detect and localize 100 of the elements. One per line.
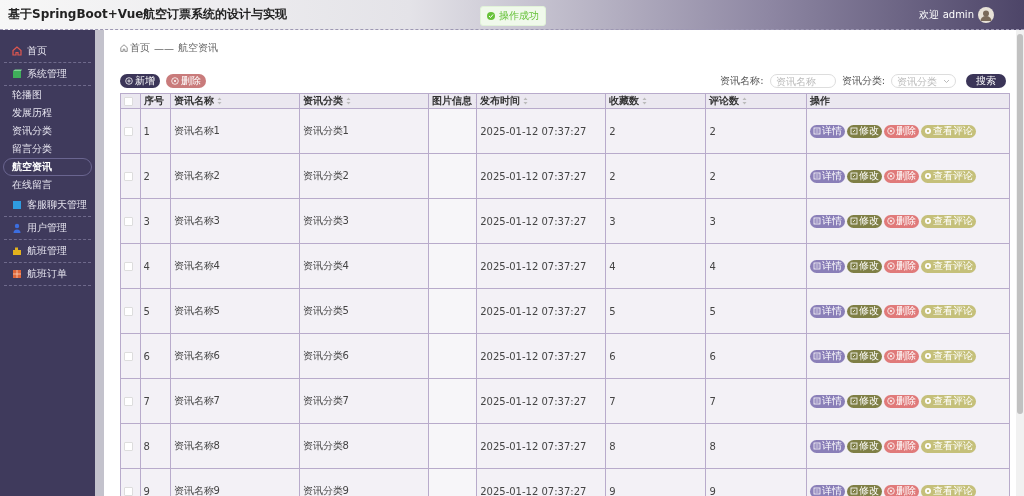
submenu-item[interactable]: 留言分类: [3, 140, 92, 158]
table-cell: 7: [709, 395, 716, 407]
edit-button[interactable]: 修改: [846, 304, 882, 318]
submenu-item[interactable]: 在线留言: [3, 176, 92, 194]
column-header: 发布时间: [480, 94, 521, 108]
view-comments-button[interactable]: 查看评论: [920, 439, 976, 453]
detail-button[interactable]: 详情: [809, 169, 845, 183]
home-icon: [120, 44, 128, 52]
edit-button[interactable]: 修改: [846, 484, 882, 496]
toast-message: 操作成功: [499, 9, 539, 23]
delete-button[interactable]: 删除: [883, 484, 919, 496]
edit-button[interactable]: 修改: [846, 349, 882, 363]
delete-button[interactable]: 删除: [883, 439, 919, 453]
detail-button[interactable]: 详情: [809, 484, 845, 496]
edit-button[interactable]: 修改: [846, 124, 882, 138]
submenu-item[interactable]: 轮播图: [3, 86, 92, 104]
checkbox[interactable]: [124, 351, 133, 361]
detail-button[interactable]: 详情: [809, 349, 845, 363]
delete-button[interactable]: 删除: [883, 214, 919, 228]
delete-button[interactable]: 删除: [883, 349, 919, 363]
menu-item[interactable]: 首页: [4, 40, 91, 63]
edit-button[interactable]: 修改: [846, 214, 882, 228]
table-cell: 资讯名称3: [173, 215, 220, 226]
edit-button[interactable]: 修改: [846, 394, 882, 408]
menu-item[interactable]: 航班订单: [4, 263, 91, 286]
menu-item[interactable]: 系统管理: [4, 63, 91, 86]
user-name: admin: [942, 9, 974, 20]
view-comments-button[interactable]: 查看评论: [920, 304, 976, 318]
edit-button[interactable]: 修改: [846, 169, 882, 183]
table-cell: 2: [143, 170, 150, 182]
detail-button[interactable]: 详情: [809, 124, 845, 138]
table-cell: 4: [709, 260, 716, 272]
table-cell: 3: [143, 215, 150, 227]
delete-button[interactable]: 删除: [883, 169, 919, 183]
view-comments-button[interactable]: 查看评论: [920, 259, 976, 273]
delete-button[interactable]: 删除: [883, 259, 919, 273]
add-button[interactable]: 新增: [120, 74, 160, 88]
checkbox[interactable]: [124, 396, 133, 406]
table-cell: 5: [609, 305, 616, 317]
delete-button[interactable]: 删除: [166, 74, 206, 88]
table-cell: 6: [609, 350, 616, 362]
column-header: 序号: [143, 94, 164, 108]
table-cell: 资讯分类7: [302, 395, 349, 406]
view-comments-button[interactable]: 查看评论: [920, 349, 976, 363]
checkbox[interactable]: [124, 306, 133, 316]
table-cell: 2: [609, 170, 616, 182]
document-icon: [812, 172, 821, 180]
detail-button[interactable]: 详情: [809, 259, 845, 273]
edit-button[interactable]: 修改: [846, 439, 882, 453]
delete-button[interactable]: 删除: [883, 304, 919, 318]
document-icon: [812, 397, 821, 405]
checkbox[interactable]: [124, 261, 133, 271]
detail-button[interactable]: 详情: [809, 394, 845, 408]
table-cell: 8: [143, 440, 150, 452]
detail-button[interactable]: 详情: [809, 214, 845, 228]
checkbox[interactable]: [124, 216, 133, 226]
sort-icon: [742, 97, 748, 105]
checkbox[interactable]: [124, 441, 133, 451]
chevron-down-icon: [943, 78, 950, 84]
column-header: 评论数: [709, 94, 740, 108]
view-comments-button[interactable]: 查看评论: [920, 484, 976, 496]
menu-item[interactable]: 航班管理: [4, 240, 91, 263]
table-cell: 6: [143, 350, 150, 362]
view-comments-button[interactable]: 查看评论: [920, 394, 976, 408]
table-cell: 2025-01-12 07:37:27: [480, 170, 587, 182]
submenu-item[interactable]: 发展历程: [3, 104, 92, 122]
search-button[interactable]: 搜索: [966, 74, 1006, 88]
column-header: 操作: [809, 94, 830, 108]
search-field[interactable]: 资讯名称: [769, 74, 836, 88]
table-cell: 9: [143, 485, 150, 496]
menu-item[interactable]: 用户管理: [4, 217, 91, 240]
table-cell: 2025-01-12 07:37:27: [480, 260, 587, 272]
edit-icon: [849, 217, 858, 225]
close-icon: [886, 442, 895, 450]
scrollbar[interactable]: [1016, 30, 1024, 496]
close-icon: [886, 127, 895, 135]
table-cell: 资讯名称6: [173, 350, 220, 361]
table-cell: 8: [609, 440, 616, 452]
delete-button[interactable]: 删除: [883, 124, 919, 138]
document-icon: [812, 127, 821, 135]
view-comments-button[interactable]: 查看评论: [920, 214, 976, 228]
checkbox[interactable]: [124, 96, 133, 106]
checkbox[interactable]: [124, 486, 133, 496]
submenu-item[interactable]: 资讯分类: [3, 122, 92, 140]
delete-button[interactable]: 删除: [883, 394, 919, 408]
checkbox[interactable]: [124, 171, 133, 181]
detail-button[interactable]: 详情: [809, 304, 845, 318]
table-cell: 5: [709, 305, 716, 317]
sort-icon: [523, 97, 529, 105]
table-cell: 4: [609, 260, 616, 272]
checkbox[interactable]: [124, 126, 133, 136]
detail-button[interactable]: 详情: [809, 439, 845, 453]
breadcrumb-link[interactable]: 首页: [120, 41, 150, 55]
close-icon: [886, 217, 895, 225]
table-cell: 3: [609, 215, 616, 227]
view-comments-button[interactable]: 查看评论: [920, 169, 976, 183]
view-comments-button[interactable]: 查看评论: [920, 124, 976, 138]
welcome-text: 欢迎: [918, 7, 939, 22]
menu-item[interactable]: 客服聊天管理: [4, 194, 91, 217]
edit-button[interactable]: 修改: [846, 259, 882, 273]
